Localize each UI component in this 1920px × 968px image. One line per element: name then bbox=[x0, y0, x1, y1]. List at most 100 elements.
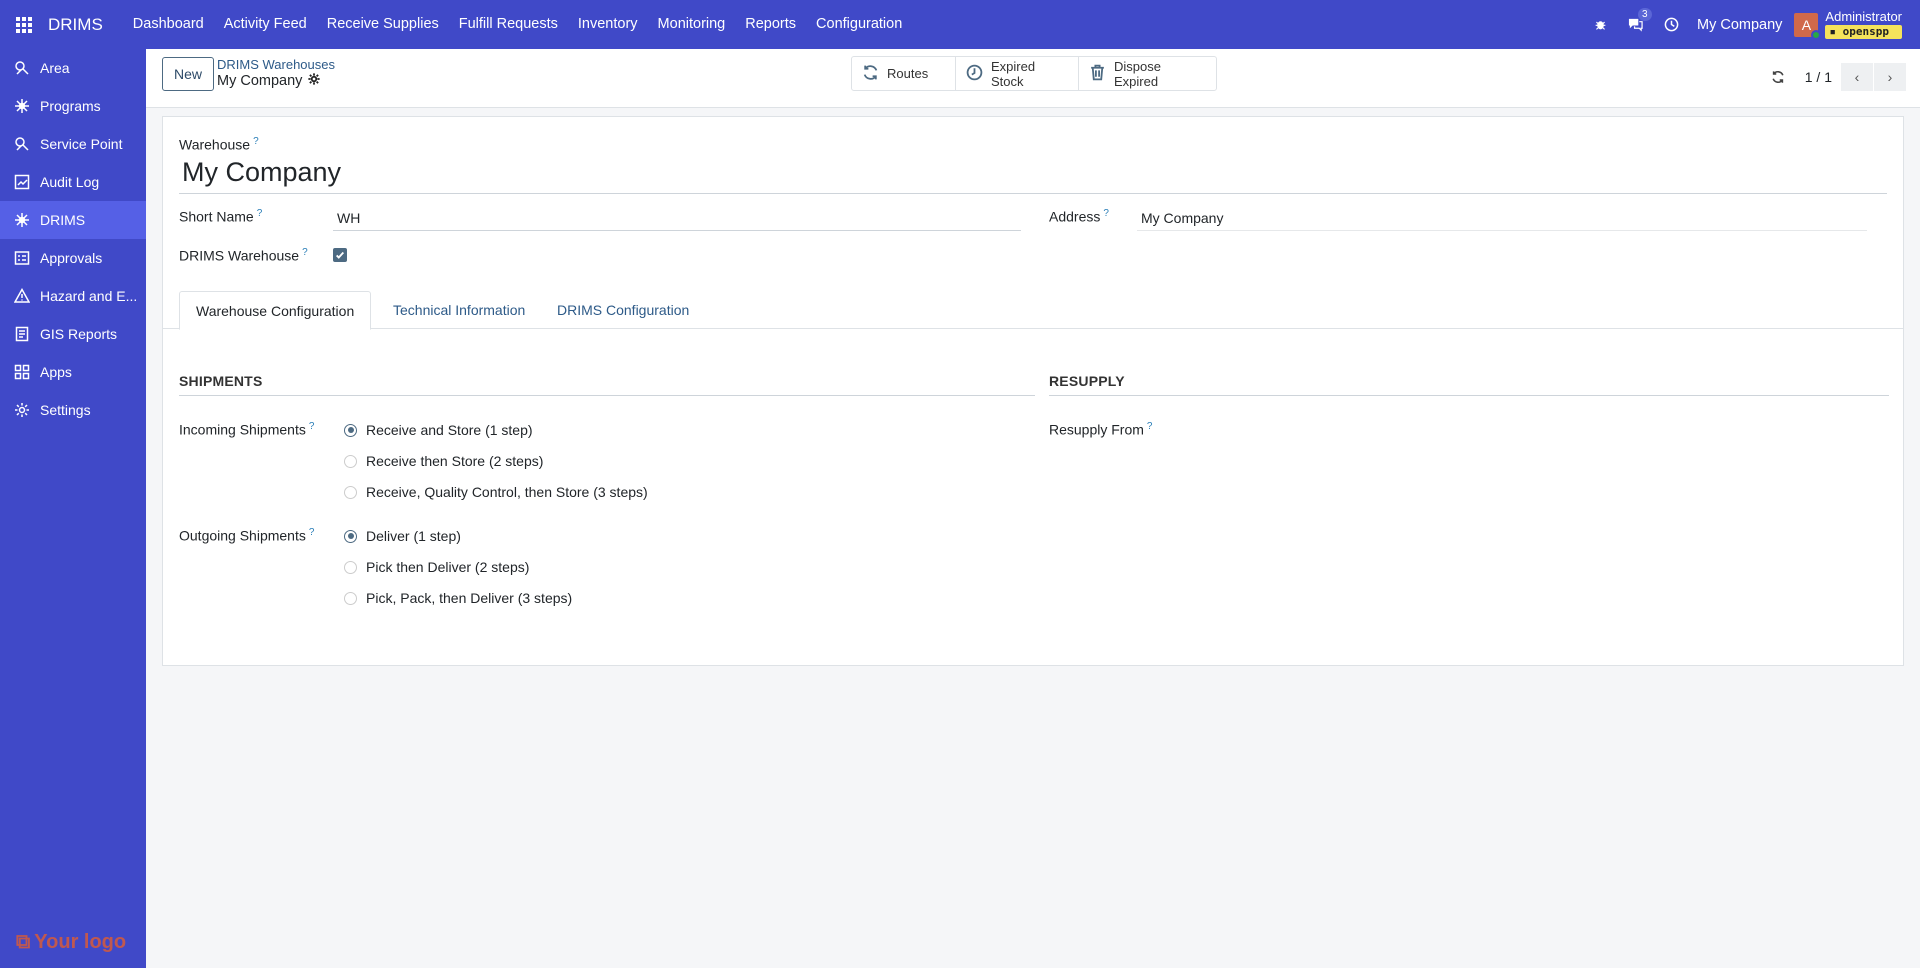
avatar-letter: A bbox=[1801, 16, 1812, 33]
pager-next-button[interactable]: › bbox=[1874, 63, 1906, 91]
help-icon[interactable]: ? bbox=[257, 208, 263, 219]
reload-icon[interactable] bbox=[1767, 70, 1789, 84]
trash-icon bbox=[1089, 64, 1106, 84]
help-icon[interactable]: ? bbox=[253, 136, 259, 147]
menu-configuration[interactable]: Configuration bbox=[806, 0, 912, 49]
messages-icon[interactable]: 3 bbox=[1627, 8, 1652, 32]
sidebar: Area Programs Service Point Audit Log DR… bbox=[0, 49, 146, 968]
chevron-right-icon: › bbox=[1887, 69, 1893, 85]
warehouse-name-input[interactable]: My Company bbox=[179, 154, 1887, 194]
expired-stock-button[interactable]: Expired Stock bbox=[956, 57, 1079, 90]
database-badge: ▪ openspp bbox=[1825, 25, 1902, 39]
outgoing-option-2-steps[interactable]: Pick then Deliver (2 steps) bbox=[344, 559, 529, 575]
user-menu[interactable]: Administrator ▪ openspp bbox=[1825, 10, 1902, 39]
drims-icon bbox=[13, 211, 31, 229]
company-switcher[interactable]: My Company bbox=[1697, 17, 1782, 33]
warehouse-label: Warehouse? bbox=[179, 136, 259, 153]
sidebar-item-hazard[interactable]: Hazard and E... bbox=[0, 277, 146, 315]
sidebar-item-approvals[interactable]: Approvals bbox=[0, 239, 146, 277]
menu-activity-feed[interactable]: Activity Feed bbox=[214, 0, 317, 49]
radio-selected-icon bbox=[344, 423, 357, 437]
menu-fulfill-requests[interactable]: Fulfill Requests bbox=[449, 0, 568, 49]
sidebar-item-label: Service Point bbox=[40, 136, 123, 152]
programs-icon bbox=[13, 97, 31, 115]
sidebar-item-label: DRIMS bbox=[40, 212, 86, 228]
help-icon[interactable]: ? bbox=[1147, 421, 1153, 432]
routes-button[interactable]: Routes bbox=[852, 57, 956, 90]
breadcrumb-current-label: My Company bbox=[217, 73, 303, 89]
sidebar-item-apps[interactable]: Apps bbox=[0, 353, 146, 391]
settings-icon bbox=[13, 401, 31, 419]
dispose-expired-label: Dispose Expired bbox=[1114, 58, 1161, 89]
logo-text: Your logo bbox=[34, 931, 127, 953]
user-name: Administrator bbox=[1825, 9, 1902, 24]
menu-dashboard[interactable]: Dashboard bbox=[123, 0, 214, 49]
help-icon[interactable]: ? bbox=[302, 247, 308, 258]
sidebar-item-label: Hazard and E... bbox=[40, 288, 138, 304]
tab-technical-information[interactable]: Technical Information bbox=[377, 291, 541, 329]
gear-icon[interactable] bbox=[308, 73, 321, 89]
sidebar-item-area[interactable]: Area bbox=[0, 49, 146, 87]
help-icon[interactable]: ? bbox=[309, 421, 315, 432]
help-icon[interactable]: ? bbox=[1103, 208, 1109, 219]
logo-mark-icon: ⧉ bbox=[16, 931, 31, 953]
radio-label: Pick then Deliver (2 steps) bbox=[366, 559, 530, 575]
shipments-section-title: SHIPMENTS bbox=[179, 373, 1035, 396]
sidebar-item-label: Area bbox=[40, 60, 70, 76]
incoming-shipments-label-text: Incoming Shipments bbox=[179, 421, 306, 438]
dispose-expired-button[interactable]: Dispose Expired bbox=[1079, 57, 1216, 90]
sidebar-item-gis-reports[interactable]: GIS Reports bbox=[0, 315, 146, 353]
pager-previous-button[interactable]: ‹ bbox=[1841, 63, 1873, 91]
menu-reports[interactable]: Reports bbox=[735, 0, 806, 49]
new-button[interactable]: New bbox=[162, 57, 215, 91]
radio-unselected-icon bbox=[344, 454, 357, 468]
sidebar-item-label: Apps bbox=[40, 364, 72, 380]
tab-drims-configuration[interactable]: DRIMS Configuration bbox=[541, 291, 705, 329]
pager-value[interactable]: 1 / 1 bbox=[1805, 69, 1832, 85]
sidebar-item-audit-log[interactable]: Audit Log bbox=[0, 163, 146, 201]
drims-warehouse-label: DRIMS Warehouse? bbox=[179, 247, 308, 264]
systray: 3 My Company A Administrator ▪ openspp bbox=[1584, 0, 1920, 49]
outgoing-option-1-step[interactable]: Deliver (1 step) bbox=[344, 528, 461, 544]
radio-label: Receive and Store (1 step) bbox=[366, 422, 533, 438]
gis-reports-icon bbox=[13, 325, 31, 343]
outgoing-option-3-steps[interactable]: Pick, Pack, then Deliver (3 steps) bbox=[344, 590, 572, 606]
top-navbar: DRIMS Dashboard Activity Feed Receive Su… bbox=[0, 0, 1920, 49]
user-avatar[interactable]: A bbox=[1794, 12, 1822, 40]
short-name-input[interactable]: WH bbox=[333, 205, 1021, 231]
notebook-tabs: Warehouse Configuration Technical Inform… bbox=[163, 291, 1903, 330]
menu-monitoring[interactable]: Monitoring bbox=[648, 0, 736, 49]
breadcrumb-parent-link[interactable]: DRIMS Warehouses bbox=[217, 57, 335, 72]
radio-label: Deliver (1 step) bbox=[366, 528, 461, 544]
tab-warehouse-configuration[interactable]: Warehouse Configuration bbox=[179, 291, 372, 330]
apps-icon bbox=[13, 363, 31, 381]
sidebar-item-settings[interactable]: Settings bbox=[0, 391, 146, 429]
sidebar-item-drims[interactable]: DRIMS bbox=[0, 201, 146, 239]
sidebar-item-label: Programs bbox=[40, 98, 101, 114]
drims-warehouse-checkbox[interactable] bbox=[333, 248, 347, 262]
activity-clock-icon[interactable] bbox=[1664, 17, 1679, 32]
pager: 1 / 1 ‹ › bbox=[1767, 63, 1906, 91]
refresh-icon bbox=[862, 64, 879, 84]
short-name-label: Short Name? bbox=[179, 208, 262, 225]
sidebar-item-label: Audit Log bbox=[40, 174, 100, 190]
bug-icon[interactable] bbox=[1594, 18, 1607, 31]
company-logo: ⧉ Your logo bbox=[16, 931, 126, 954]
sidebar-item-label: Approvals bbox=[40, 250, 103, 266]
incoming-option-2-steps[interactable]: Receive then Store (2 steps) bbox=[344, 453, 543, 469]
incoming-option-1-step[interactable]: Receive and Store (1 step) bbox=[344, 422, 533, 438]
brand-name[interactable]: DRIMS bbox=[48, 15, 103, 35]
menu-receive-supplies[interactable]: Receive Supplies bbox=[317, 0, 449, 49]
menu-inventory[interactable]: Inventory bbox=[568, 0, 648, 49]
outgoing-shipments-label-text: Outgoing Shipments bbox=[179, 527, 306, 544]
address-input[interactable]: My Company bbox=[1137, 205, 1867, 231]
sidebar-item-service-point[interactable]: Service Point bbox=[0, 125, 146, 163]
resupply-from-label-text: Resupply From bbox=[1049, 421, 1144, 438]
database-name: openspp bbox=[1842, 25, 1890, 38]
top-menu: Dashboard Activity Feed Receive Supplies… bbox=[123, 0, 913, 49]
sidebar-item-programs[interactable]: Programs bbox=[0, 87, 146, 125]
incoming-option-3-steps[interactable]: Receive, Quality Control, then Store (3 … bbox=[344, 484, 648, 500]
help-icon[interactable]: ? bbox=[309, 527, 315, 538]
drims-warehouse-label-text: DRIMS Warehouse bbox=[179, 247, 300, 264]
app-grid-icon[interactable] bbox=[0, 0, 48, 49]
